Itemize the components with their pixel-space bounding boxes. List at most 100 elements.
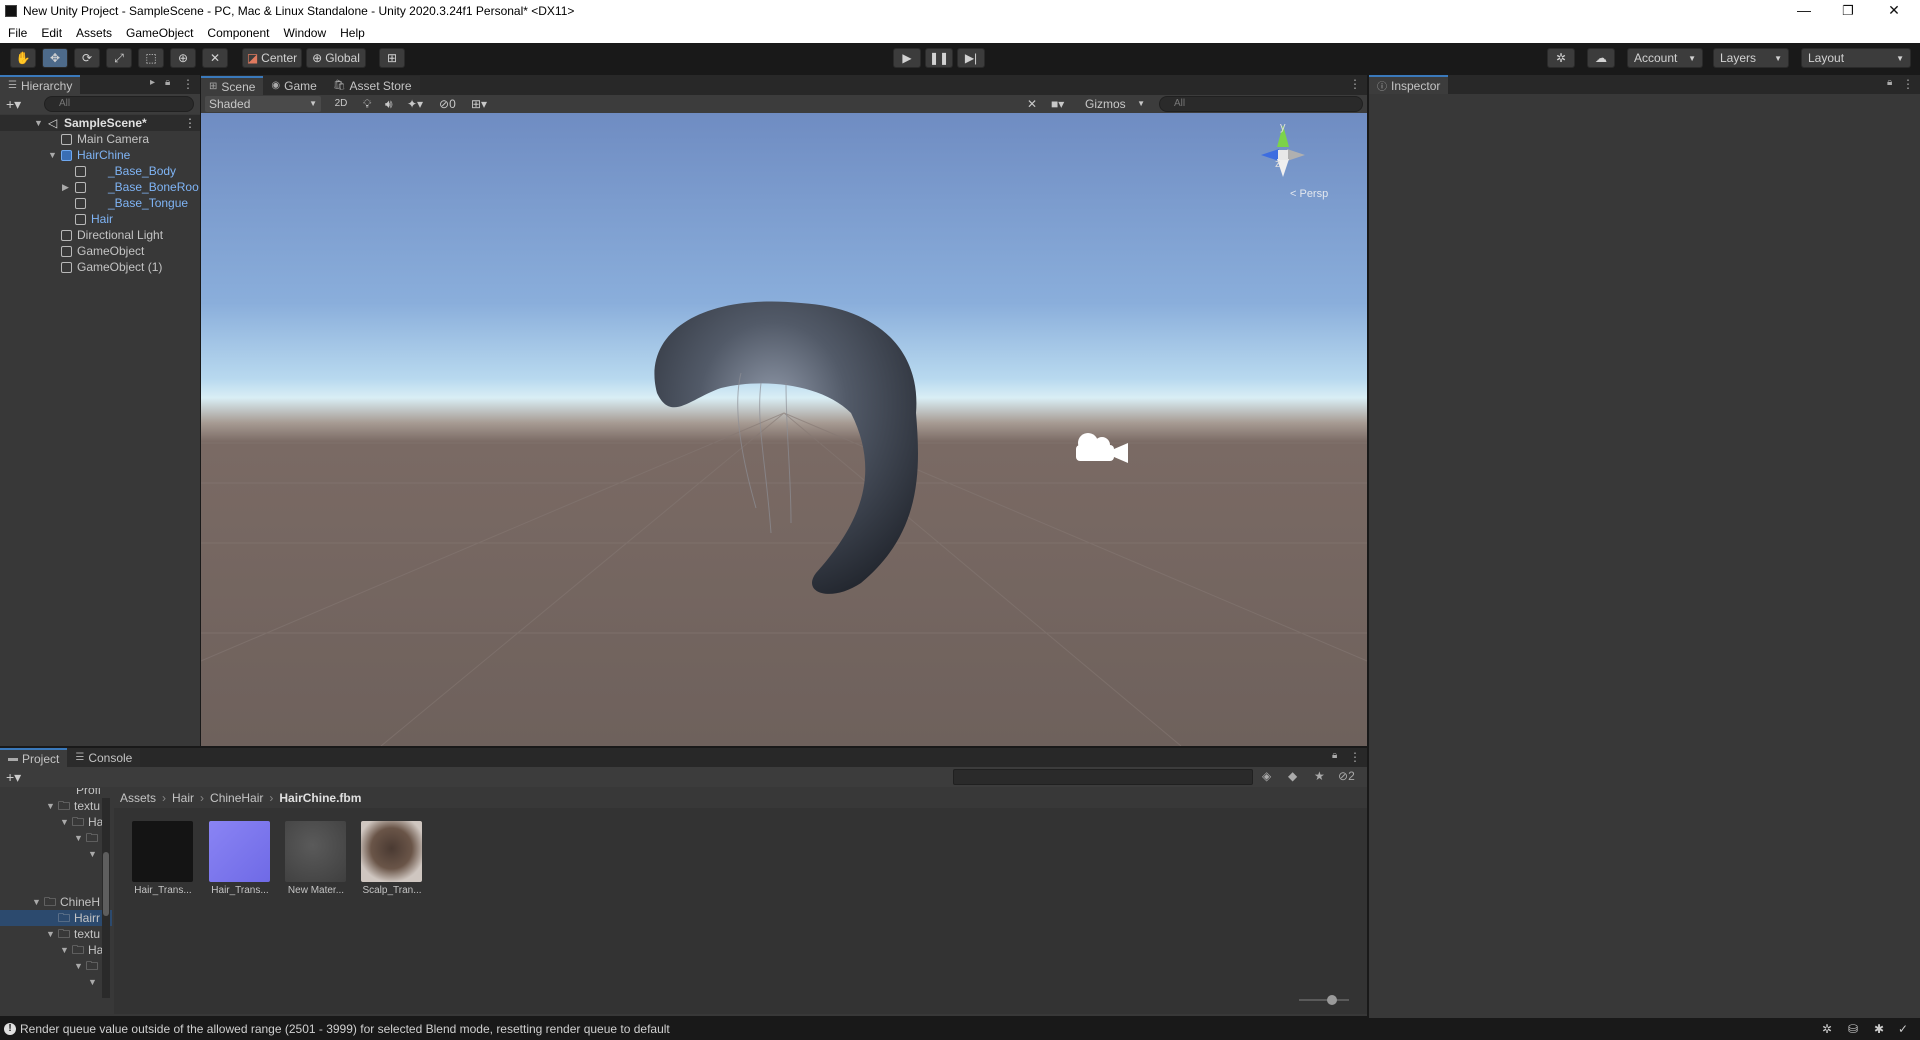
rotate-tool-icon[interactable]: ⟳ [74,48,100,68]
hair-model[interactable] [654,301,918,594]
menu-component[interactable]: Component [207,26,269,40]
tree-row-hairchine[interactable]: ▼ HairChine [0,147,200,163]
folder-row[interactable]: Profi [0,788,112,798]
menu-edit[interactable]: Edit [41,26,62,40]
expand-arrow-icon[interactable]: ▼ [74,830,83,846]
slider-handle[interactable] [1327,995,1337,1005]
asset-thumb-hair-trans-1[interactable] [132,821,193,882]
expand-arrow-icon[interactable]: ▼ [60,942,69,958]
folder-row[interactable]: ▼ 🗀︎ ChineH [0,894,112,910]
panel-menu-icon[interactable]: ⋮ [1902,77,1914,91]
auto-generate-icon[interactable]: ✱ [1874,1022,1884,1036]
tab-console[interactable]: ☰ Console [67,748,141,767]
grid-snap-icon[interactable]: ⊞ [379,48,405,68]
panel-arrow-icon[interactable]: ▸ [150,77,155,88]
folder-row[interactable]: ▼ 🗀︎ [0,830,112,846]
folder-row[interactable]: ▼ [0,846,112,862]
expand-arrow-icon[interactable]: ▼ [34,115,43,131]
folder-row[interactable]: ▼ 🗀︎ textu [0,798,112,814]
lighting-icon[interactable]: 💡︎ [363,96,371,112]
tab-inspector[interactable]: ⓘ Inspector [1369,75,1449,94]
minimize-button[interactable]: — [1782,0,1826,22]
menu-file[interactable]: File [8,26,27,40]
hierarchy-search[interactable]: All [44,96,194,112]
menu-gameobject[interactable]: GameObject [126,26,193,40]
expand-arrow-icon[interactable]: ▼ [48,147,57,163]
search-by-label-icon[interactable]: ◆ [1288,769,1297,783]
folder-row[interactable]: ▼ [0,974,112,990]
layout-dropdown[interactable]: Layout ▼ [1801,48,1911,68]
step-button[interactable]: ▶| [957,48,985,68]
add-icon[interactable]: +▾ [6,96,21,113]
tree-row-hair[interactable]: Hair [0,211,200,227]
effects-icon[interactable]: ✦▾ [407,96,423,112]
expand-arrow-icon[interactable]: ▼ [60,814,69,830]
expand-arrow-icon[interactable]: ▼ [32,894,41,910]
tree-row-main-camera[interactable]: Main Camera [0,131,200,147]
global-space-button[interactable]: ⊕ Global [306,48,366,68]
transform-tool-icon[interactable]: ⊕ [170,48,196,68]
account-dropdown[interactable]: Account ▼ [1627,48,1703,68]
expand-arrow-icon[interactable]: ▼ [74,958,83,974]
tab-game[interactable]: ◉ Game [263,76,325,95]
close-button[interactable]: ✕ [1872,0,1916,22]
lock-icon[interactable]: 🔒︎ [1887,77,1892,88]
panel-menu-icon[interactable]: ⋮ [1349,750,1361,764]
persp-label[interactable]: < Persp [1290,188,1328,200]
tree-row-base-body[interactable]: _Base_Body [0,163,200,179]
status-message[interactable]: Render queue value outside of the allowe… [20,1022,670,1036]
folder-row-selected[interactable]: 🗀︎ Hairr [0,910,112,926]
expand-arrow-icon[interactable]: ▼ [46,798,55,814]
shading-mode-dropdown[interactable]: Shaded ▼ [205,96,321,112]
play-button[interactable]: ▶ [893,48,921,68]
scrollbar-thumb[interactable] [103,852,109,916]
panel-menu-icon[interactable]: ⋮ [182,77,194,91]
custom-tool-icon[interactable]: ✕ [202,48,228,68]
camera-settings-icon[interactable]: ■▾ [1051,96,1064,112]
asset-thumb-scalp-trans[interactable] [361,821,422,882]
lock-icon[interactable]: 🔒︎ [1332,750,1337,761]
rect-tool-icon[interactable]: ⬚ [138,48,164,68]
tree-row-base-tongue[interactable]: _Base_Tongue [0,195,200,211]
tab-scene[interactable]: ⊞ Scene [201,76,264,95]
hand-tool-icon[interactable]: ✋ [10,48,36,68]
progress-icon[interactable]: ✓ [1898,1022,1908,1036]
breadcrumb-hair[interactable]: Hair [172,791,194,805]
tree-row-directional-light[interactable]: Directional Light [0,227,200,243]
collab-icon[interactable]: ✲ [1547,48,1575,68]
tree-row-base-boneroot[interactable]: ▶ _Base_BoneRoo [0,179,200,195]
breadcrumb-chinehair[interactable]: ChineHair [210,791,263,805]
asset-thumb-hair-trans-2[interactable] [209,821,270,882]
mode-2d-toggle[interactable]: 2D [329,96,353,112]
debug-icon[interactable]: ✲ [1822,1022,1832,1036]
scale-tool-icon[interactable]: ⤢ [106,48,132,68]
hidden-packages-toggle[interactable]: ⊘2 [1338,769,1355,783]
scene-menu-icon[interactable]: ⋮ [184,115,196,131]
asset-thumb-new-material[interactable] [285,821,346,882]
folder-row[interactable]: ▼ 🗀︎ Ha [0,814,112,830]
panel-menu-icon[interactable]: ⋮ [1349,77,1361,91]
expand-arrow-icon[interactable]: ▼ [88,846,97,862]
tab-project[interactable]: ▬ Project [0,748,68,767]
pause-button[interactable]: ❚❚ [925,48,953,68]
restore-button[interactable]: ❐ [1826,0,1870,22]
tab-hierarchy[interactable]: ☰ Hierarchy [0,75,81,94]
tab-asset-store[interactable]: 🛍︎ Asset Store [324,76,420,95]
layers-dropdown[interactable]: Layers ▼ [1713,48,1789,68]
pivot-center-button[interactable]: ◪ Center [242,48,302,68]
tree-row-samplescene[interactable]: ▼ ◁ SampleScene* ⋮ [0,115,200,131]
tree-row-gameobject-1[interactable]: GameObject (1) [0,259,200,275]
search-by-type-icon[interactable]: ◈ [1262,769,1271,783]
folder-row[interactable]: ▼ 🗀︎ textu [0,926,112,942]
menu-help[interactable]: Help [340,26,365,40]
tree-row-gameobject[interactable]: GameObject [0,243,200,259]
scene-search[interactable]: All [1159,96,1363,112]
breadcrumb-hairchine-fbm[interactable]: HairChine.fbm [279,791,361,805]
grid-toggle-icon[interactable]: ⊞▾ [471,96,487,112]
gizmos-dropdown[interactable]: Gizmos ▼ [1081,96,1149,112]
cloud-icon[interactable]: ☁ [1587,48,1615,68]
expand-arrow-icon[interactable]: ▼ [46,926,55,942]
menu-window[interactable]: Window [283,26,326,40]
thumbnail-size-slider[interactable] [1299,995,1349,1005]
collapse-arrow-icon[interactable]: ▶ [62,179,69,195]
